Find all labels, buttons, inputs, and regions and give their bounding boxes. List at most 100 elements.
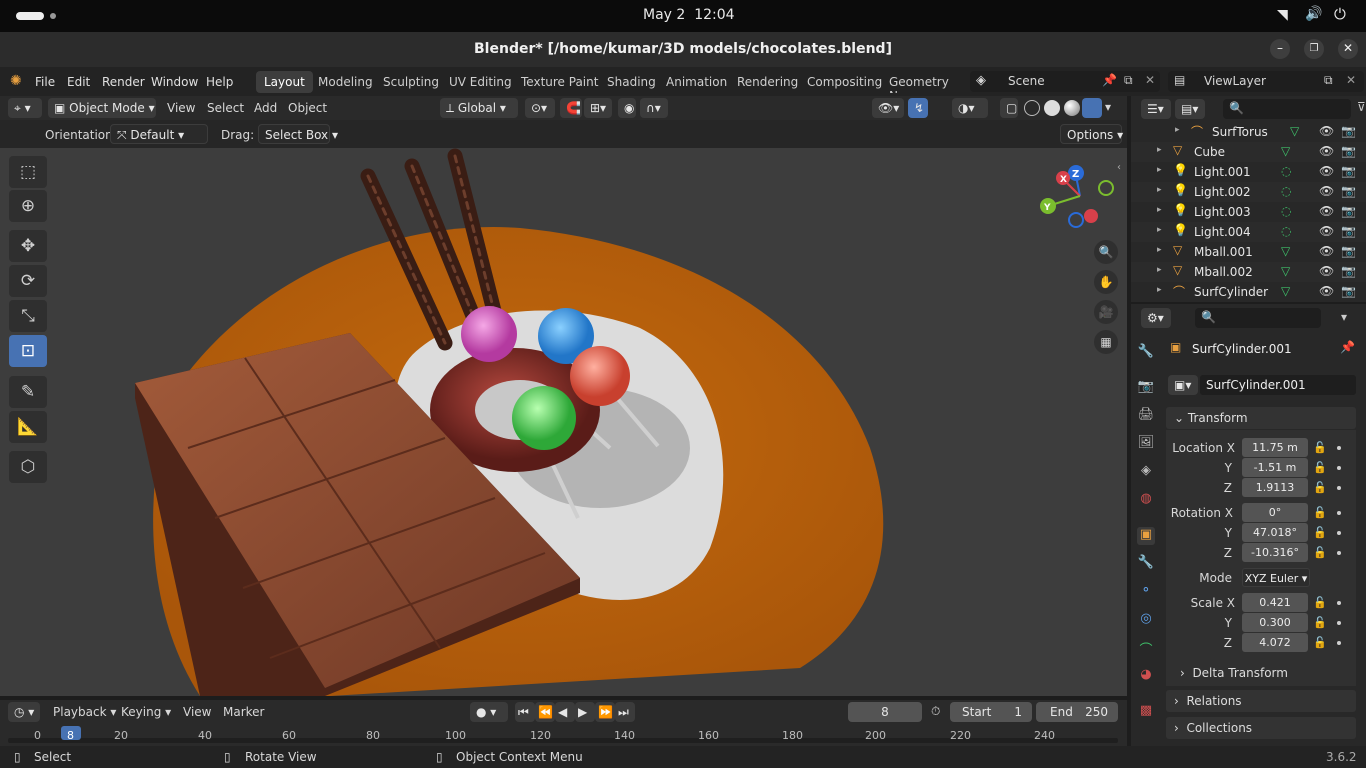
rotation-mode-dropdown[interactable]: XYZ Euler ▾	[1242, 568, 1310, 587]
lock-icon[interactable]: 🔓	[1313, 546, 1327, 559]
proportional-falloff-dropdown[interactable]: ∩▾	[640, 98, 668, 118]
eye-icon[interactable]: 👁	[1319, 284, 1334, 298]
rotation-x-field[interactable]: 0°	[1242, 503, 1308, 522]
rotation-y-field[interactable]: 47.018°	[1242, 523, 1308, 542]
play-button[interactable]: ▶	[575, 702, 595, 722]
measure-tool[interactable]: 📐	[9, 411, 47, 443]
autokey-toggle[interactable]: ● ▾	[470, 702, 508, 722]
view-layer-tab-icon[interactable]: 🖼	[1137, 435, 1155, 453]
snap-target-dropdown[interactable]: ⊞▾	[584, 98, 612, 118]
object-data-icon[interactable]: ▽	[1281, 244, 1290, 258]
snap-toggle[interactable]: 🧲	[560, 98, 582, 118]
shading-options-dropdown[interactable]: ▾	[1105, 100, 1111, 114]
new-scene-icon[interactable]: ⧉	[1124, 73, 1133, 88]
keyframe-dot[interactable]	[1337, 486, 1341, 490]
collections-panel-header[interactable]: › Collections	[1166, 717, 1356, 739]
orientation-dropdown[interactable]: ⤧ Default ▾	[110, 124, 208, 144]
view-layer-selector[interactable]: ▤ ViewLayer ⧉ ✕	[1168, 71, 1364, 92]
object-data-icon[interactable]: ▽	[1281, 284, 1290, 298]
jump-end-button[interactable]: ⏭	[615, 702, 635, 722]
current-frame-field[interactable]: 8	[848, 702, 922, 722]
object-data-icon[interactable]: ▽	[1281, 144, 1290, 158]
tab-layout[interactable]: Layout	[256, 71, 313, 93]
expand-arrow-icon[interactable]: ▸	[1157, 205, 1162, 215]
expand-arrow-icon[interactable]: ▸	[1157, 145, 1162, 155]
camera-icon[interactable]: 📷	[1341, 284, 1356, 298]
delta-transform-subpanel[interactable]: › Delta Transform	[1180, 666, 1350, 680]
location-y-field[interactable]: -1.51 m	[1242, 458, 1308, 477]
material-tab-icon[interactable]: ◕	[1137, 667, 1155, 685]
scale-z-field[interactable]: 4.072	[1242, 633, 1308, 652]
remove-scene-icon[interactable]: ✕	[1145, 73, 1155, 87]
lock-icon[interactable]: 🔓	[1313, 526, 1327, 539]
render-tab-icon[interactable]: 📷	[1137, 379, 1155, 397]
play-reverse-button[interactable]: ◀	[555, 702, 575, 722]
maximize-button[interactable]: ❐	[1304, 39, 1324, 59]
lock-icon[interactable]: 🔓	[1313, 506, 1327, 519]
object-mode-dropdown[interactable]: ▣ Object Mode ▾	[48, 98, 156, 118]
3d-viewport[interactable]: ⬚ ⊕ ✥ ⟳ ⤡ ⊡ ✎ 📐 ⬡ Z X Y 🔍 ✋ 🎥 ▦ ‹	[0, 148, 1127, 696]
shading-solid-button[interactable]	[1044, 100, 1060, 116]
menu-help[interactable]: Help	[206, 75, 233, 89]
outliner-item[interactable]: ▸ 💡 Light.002 ◌ 👁 📷	[1131, 182, 1366, 202]
location-x-field[interactable]: 11.75 m	[1242, 438, 1308, 457]
eye-icon[interactable]: 👁	[1319, 164, 1334, 178]
object-data-icon[interactable]: ◌	[1281, 224, 1291, 238]
eye-icon[interactable]: 👁	[1319, 244, 1334, 258]
activities-indicator[interactable]	[16, 12, 44, 20]
object-data-icon[interactable]: ◌	[1281, 164, 1291, 178]
scale-tool[interactable]: ⤡	[9, 300, 47, 332]
expand-arrow-icon[interactable]: ▸	[1157, 265, 1162, 275]
timeline-menu-view[interactable]: View	[183, 705, 211, 719]
camera-icon[interactable]: 📷	[1341, 164, 1356, 178]
add-cube-tool[interactable]: ⬡	[9, 451, 47, 483]
end-frame-field[interactable]: End 250	[1036, 702, 1118, 722]
sidebar-toggle-icon[interactable]: ‹	[1117, 162, 1121, 173]
tab-modeling[interactable]: Modeling	[310, 71, 381, 93]
keyframe-dot[interactable]	[1337, 511, 1341, 515]
transform-panel-header[interactable]: ⌄ Transform	[1166, 407, 1356, 429]
tab-rendering[interactable]: Rendering	[729, 71, 806, 93]
timeline-menu-playback[interactable]: Playback ▾	[53, 705, 116, 719]
camera-icon[interactable]: 📷	[1341, 144, 1356, 158]
menu-file[interactable]: File	[35, 75, 55, 89]
relations-panel-header[interactable]: › Relations	[1166, 690, 1356, 712]
eye-icon[interactable]: 👁	[1319, 264, 1334, 278]
tab-uv-editing[interactable]: UV Editing	[441, 71, 520, 93]
outliner-item[interactable]: ▸ ▽ Mball.002 ▽ 👁 📷	[1131, 262, 1366, 282]
lock-icon[interactable]: 🔓	[1313, 596, 1327, 609]
os-clock[interactable]: May 2 12:04	[643, 7, 735, 23]
volume-icon[interactable]: 🔊	[1305, 6, 1322, 22]
outliner-search-input[interactable]: 🔍	[1223, 99, 1351, 119]
properties-editor-type[interactable]: ⚙▾	[1141, 308, 1171, 328]
lock-icon[interactable]: 🔓	[1313, 636, 1327, 649]
start-frame-field[interactable]: Start 1	[950, 702, 1032, 722]
tab-animation[interactable]: Animation	[658, 71, 735, 93]
pivot-point-dropdown[interactable]: ⊙▾	[525, 98, 555, 118]
shading-material-button[interactable]	[1064, 100, 1080, 116]
eye-icon[interactable]: 👁	[1319, 224, 1334, 238]
tool-tab-icon[interactable]: 🔧	[1137, 344, 1155, 362]
camera-icon[interactable]: 📷	[1341, 224, 1356, 238]
rotation-z-field[interactable]: -10.316°	[1242, 543, 1308, 562]
lock-icon[interactable]: 🔓	[1313, 441, 1327, 454]
tab-geometry-nodes[interactable]: Geometry Noc	[881, 71, 965, 93]
eye-icon[interactable]: 👁	[1319, 124, 1334, 138]
pan-hand-icon[interactable]: ✋	[1094, 270, 1118, 294]
xray-toggle[interactable]: ▢	[1000, 98, 1018, 118]
lock-icon[interactable]: 🔓	[1313, 481, 1327, 494]
jump-start-button[interactable]: ⏮	[515, 702, 535, 722]
expand-arrow-icon[interactable]: ▸	[1157, 225, 1162, 235]
cursor-tool[interactable]: ⊕	[9, 190, 47, 222]
outliner-item[interactable]: ▸ ▽ Cube ▽ 👁 📷	[1131, 142, 1366, 162]
camera-view-icon[interactable]: 🎥	[1094, 300, 1118, 324]
wifi-icon[interactable]: ◥	[1277, 7, 1288, 23]
texture-tab-icon[interactable]: ▩	[1137, 703, 1155, 721]
output-tab-icon[interactable]: 🖨	[1137, 407, 1155, 425]
new-layer-icon[interactable]: ⧉	[1324, 73, 1333, 88]
expand-arrow-icon[interactable]: ▸	[1157, 165, 1162, 175]
expand-arrow-icon[interactable]: ▸	[1157, 185, 1162, 195]
eye-icon[interactable]: 👁	[1319, 204, 1334, 218]
gizmo-toggle[interactable]: ↯	[908, 98, 928, 118]
properties-search-input[interactable]: 🔍	[1195, 308, 1321, 328]
